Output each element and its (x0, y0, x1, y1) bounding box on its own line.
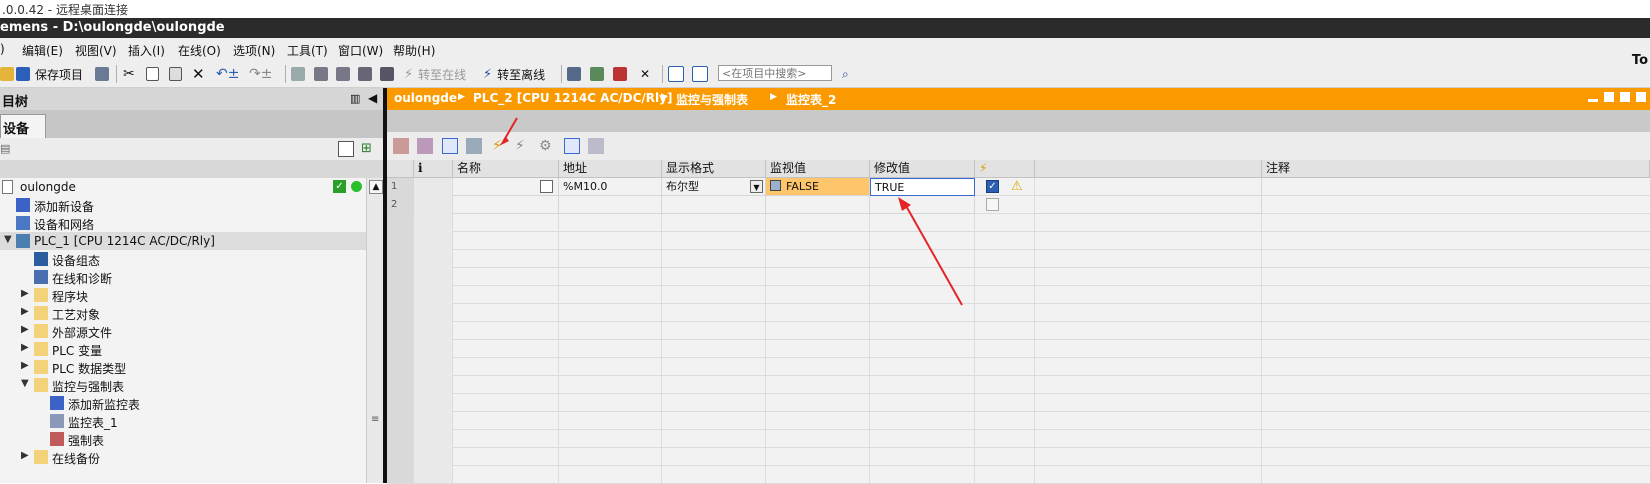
annotation-arrow-toolbar (499, 117, 518, 146)
annotation-arrow-modify-value (898, 197, 963, 306)
annotation-arrows (499, 117, 963, 306)
